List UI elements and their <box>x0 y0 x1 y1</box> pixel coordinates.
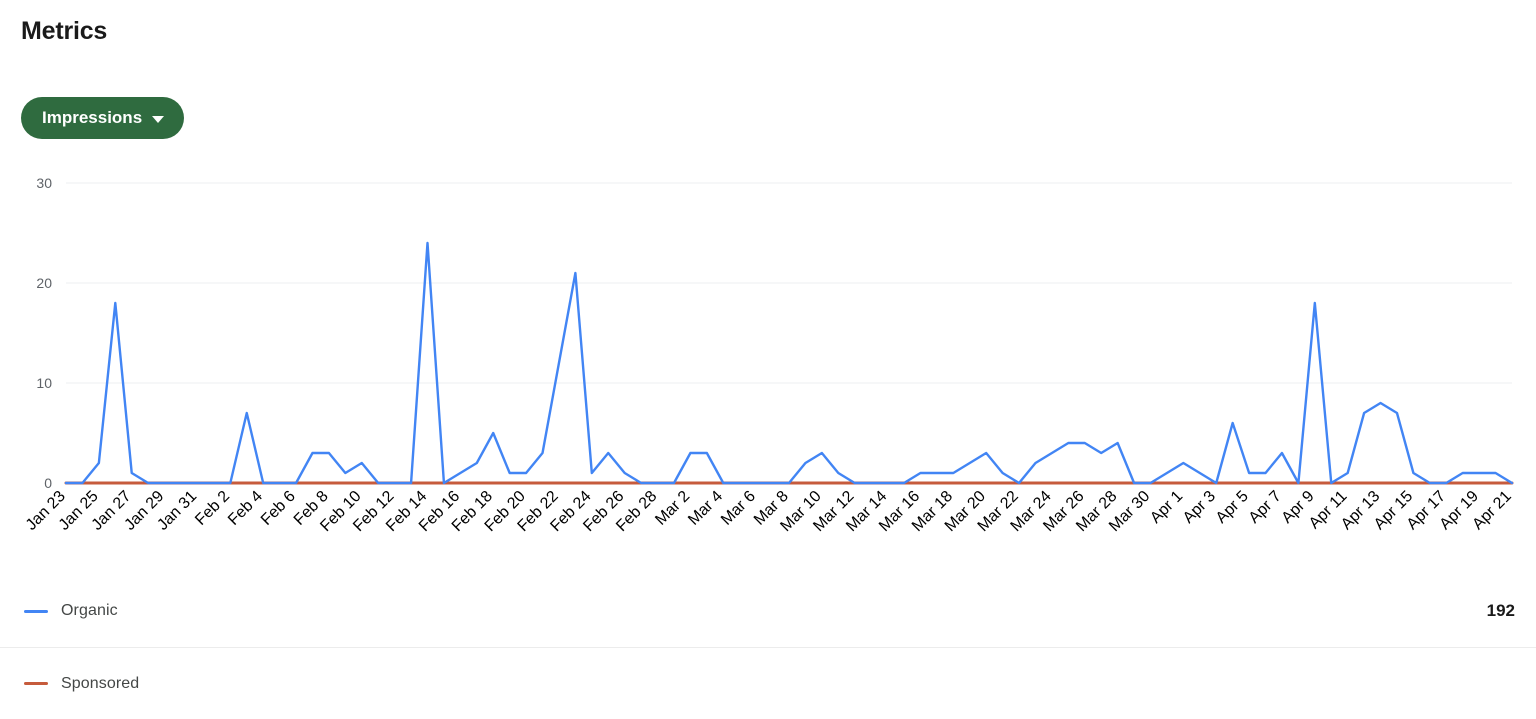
x-axis-tick-label: Apr 1 <box>1147 488 1186 527</box>
legend-label-organic: Organic <box>61 602 118 619</box>
series-line-organic <box>64 241 1514 485</box>
x-axis-tick-label: Mar 6 <box>718 488 759 529</box>
legend-row-sponsored[interactable]: Sponsored <box>0 647 1536 719</box>
page-title: Metrics <box>21 17 108 45</box>
x-axis-tick-label: Mar 4 <box>685 488 726 529</box>
y-axis-tick: 10 <box>36 375 52 391</box>
x-axis-tick-label: Apr 5 <box>1213 488 1252 527</box>
metrics-chart: 0 10 20 30 Jan 23 Jan 25 Jan 27 Jan 29 Jan 31 Feb… <box>0 160 1536 560</box>
x-axis-tick-label: Mar 2 <box>652 488 693 529</box>
x-axis-tick-label: Apr 7 <box>1246 488 1285 527</box>
y-axis-tick: 30 <box>36 175 52 191</box>
svg-text:30: 30 <box>36 175 52 191</box>
metric-selector-button[interactable]: Impressions <box>21 97 185 139</box>
svg-text:0: 0 <box>44 475 52 491</box>
metrics-panel: Metrics Impressions 0 10 20 30 Jan 23 Jan 25 J… <box>0 0 1536 706</box>
metric-selector-label: Impressions <box>42 108 143 127</box>
x-axis-tick-label: Feb 2 <box>192 488 233 529</box>
x-axis-tick-label: Apr 3 <box>1180 488 1219 527</box>
x-axis-tick-label: Feb 6 <box>258 488 299 529</box>
legend-value-organic: 192 <box>1486 601 1515 620</box>
x-axis-ticks: Jan 23Jan 25Jan 27Jan 29Jan 31Feb 2Feb 4… <box>23 488 1515 535</box>
metrics-line-chart-svg: 0 10 20 30 Jan 23Jan 25Jan 27Jan 29Jan 31Feb… <box>23 175 1515 535</box>
x-axis-tick-label: Feb 4 <box>225 488 266 529</box>
svg-text:20: 20 <box>36 275 52 291</box>
svg-text:10: 10 <box>36 375 52 391</box>
y-axis-tick: 0 <box>44 475 52 491</box>
legend-swatch-organic <box>24 609 48 613</box>
chevron-down-icon <box>152 115 165 123</box>
chart-legend: Organic 192 Sponsored <box>0 575 1536 719</box>
legend-row-organic[interactable]: Organic 192 <box>0 575 1536 647</box>
legend-label-sponsored: Sponsored <box>61 674 140 692</box>
y-axis-tick: 20 <box>36 275 52 291</box>
legend-swatch-sponsored <box>24 682 48 685</box>
